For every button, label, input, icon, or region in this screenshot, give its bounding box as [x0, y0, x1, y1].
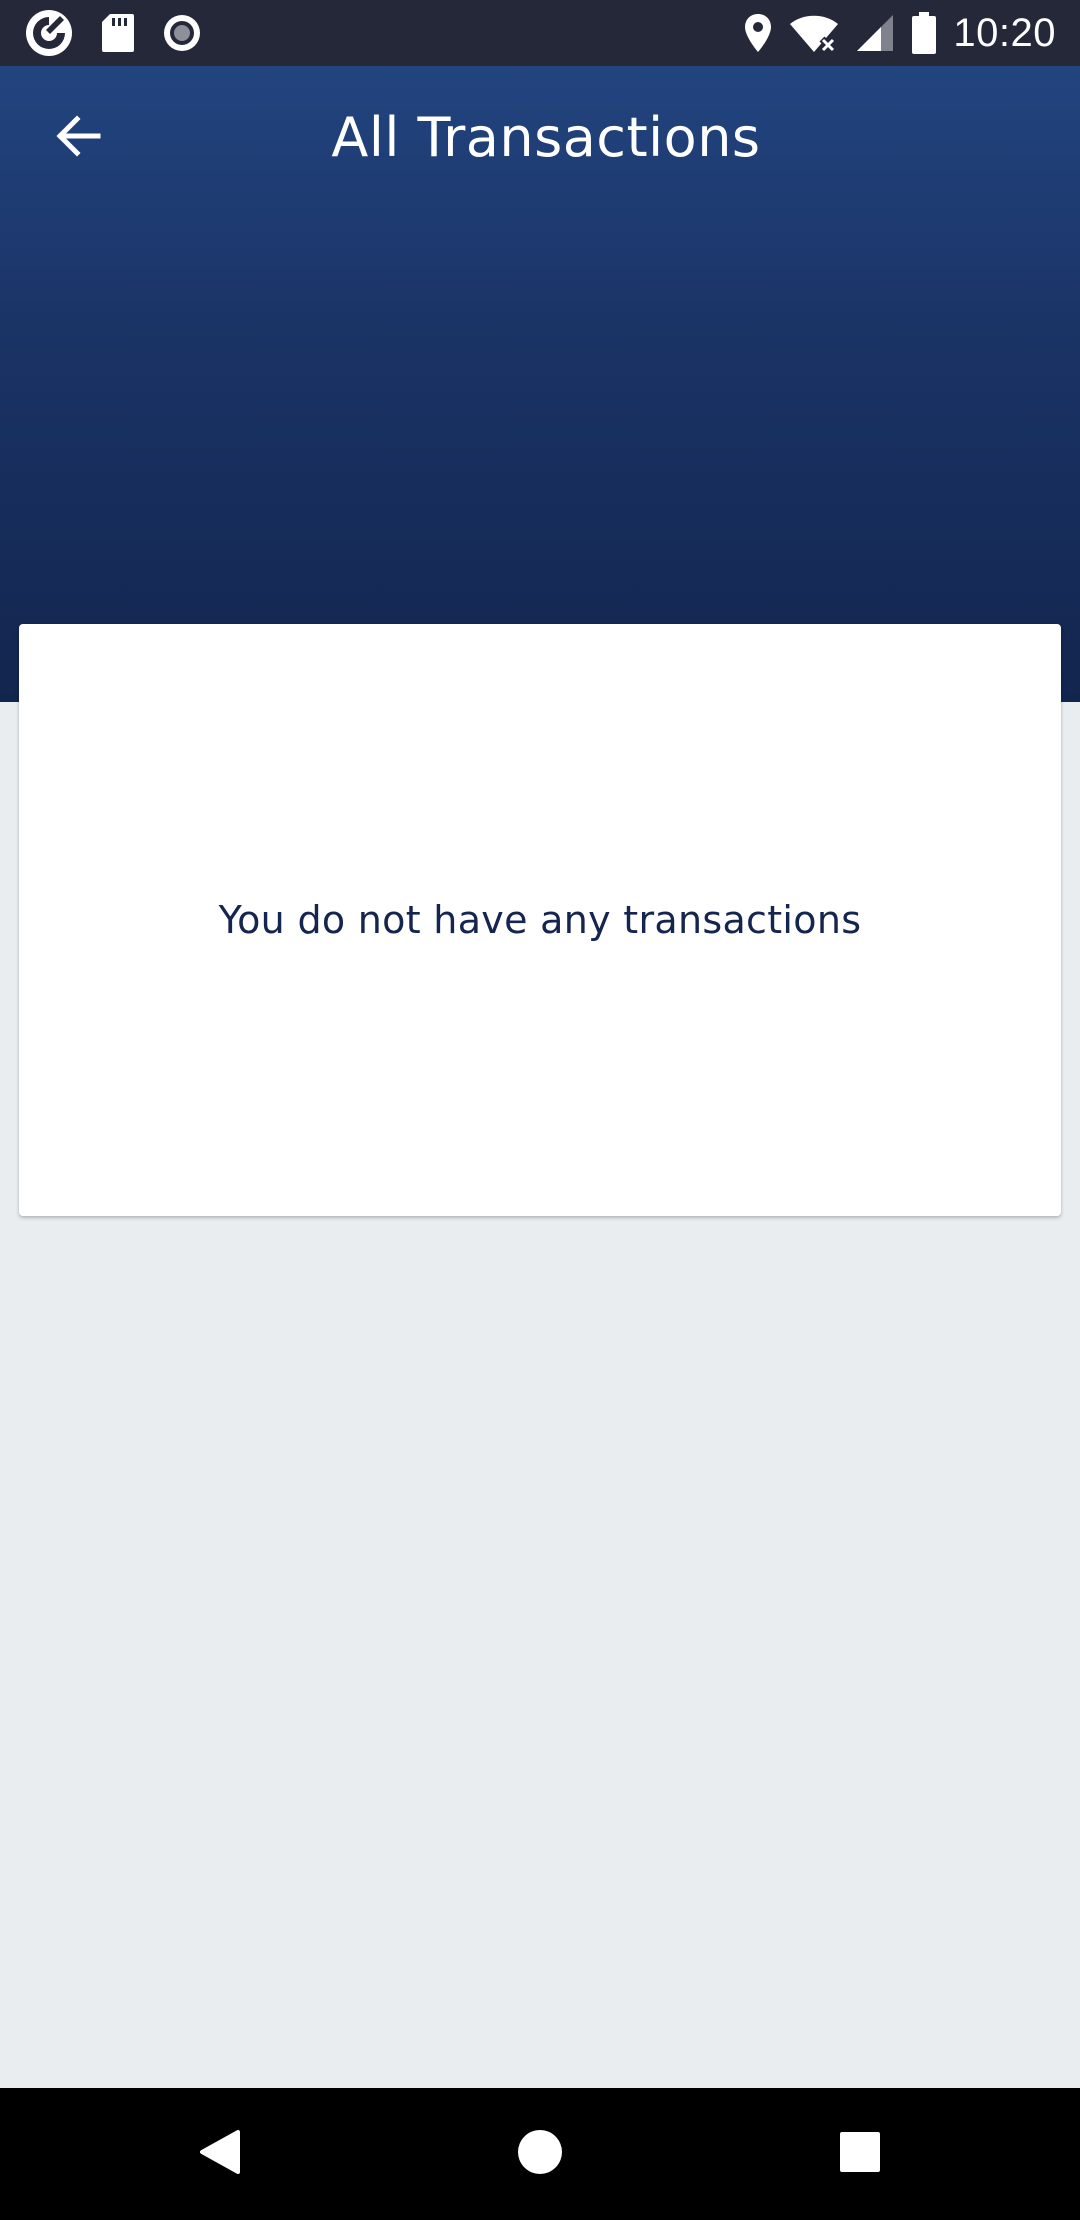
- status-right-icons: 10:20: [743, 10, 1056, 56]
- wifi-icon: [789, 12, 839, 54]
- navigation-bar: [0, 2088, 1080, 2220]
- recents-square-icon: [839, 2131, 881, 2177]
- nav-home-button[interactable]: [474, 2088, 606, 2220]
- home-circle-icon: [517, 2129, 563, 2179]
- sd-card-icon: [100, 12, 136, 54]
- status-left-icons: [24, 10, 202, 56]
- empty-state-card: You do not have any transactions: [19, 624, 1061, 1216]
- status-time: 10:20: [953, 10, 1056, 55]
- empty-state-message: You do not have any transactions: [218, 898, 862, 942]
- back-triangle-icon: [198, 2128, 242, 2180]
- app-logo-icon: [24, 8, 74, 58]
- nav-recents-button[interactable]: [794, 2088, 926, 2220]
- battery-icon: [911, 12, 937, 54]
- nav-back-button[interactable]: [154, 2088, 286, 2220]
- location-icon: [743, 12, 773, 54]
- status-bar: 10:20: [0, 0, 1080, 66]
- signal-icon: [855, 13, 895, 53]
- page-title: All Transactions: [331, 106, 761, 169]
- record-icon: [162, 13, 202, 53]
